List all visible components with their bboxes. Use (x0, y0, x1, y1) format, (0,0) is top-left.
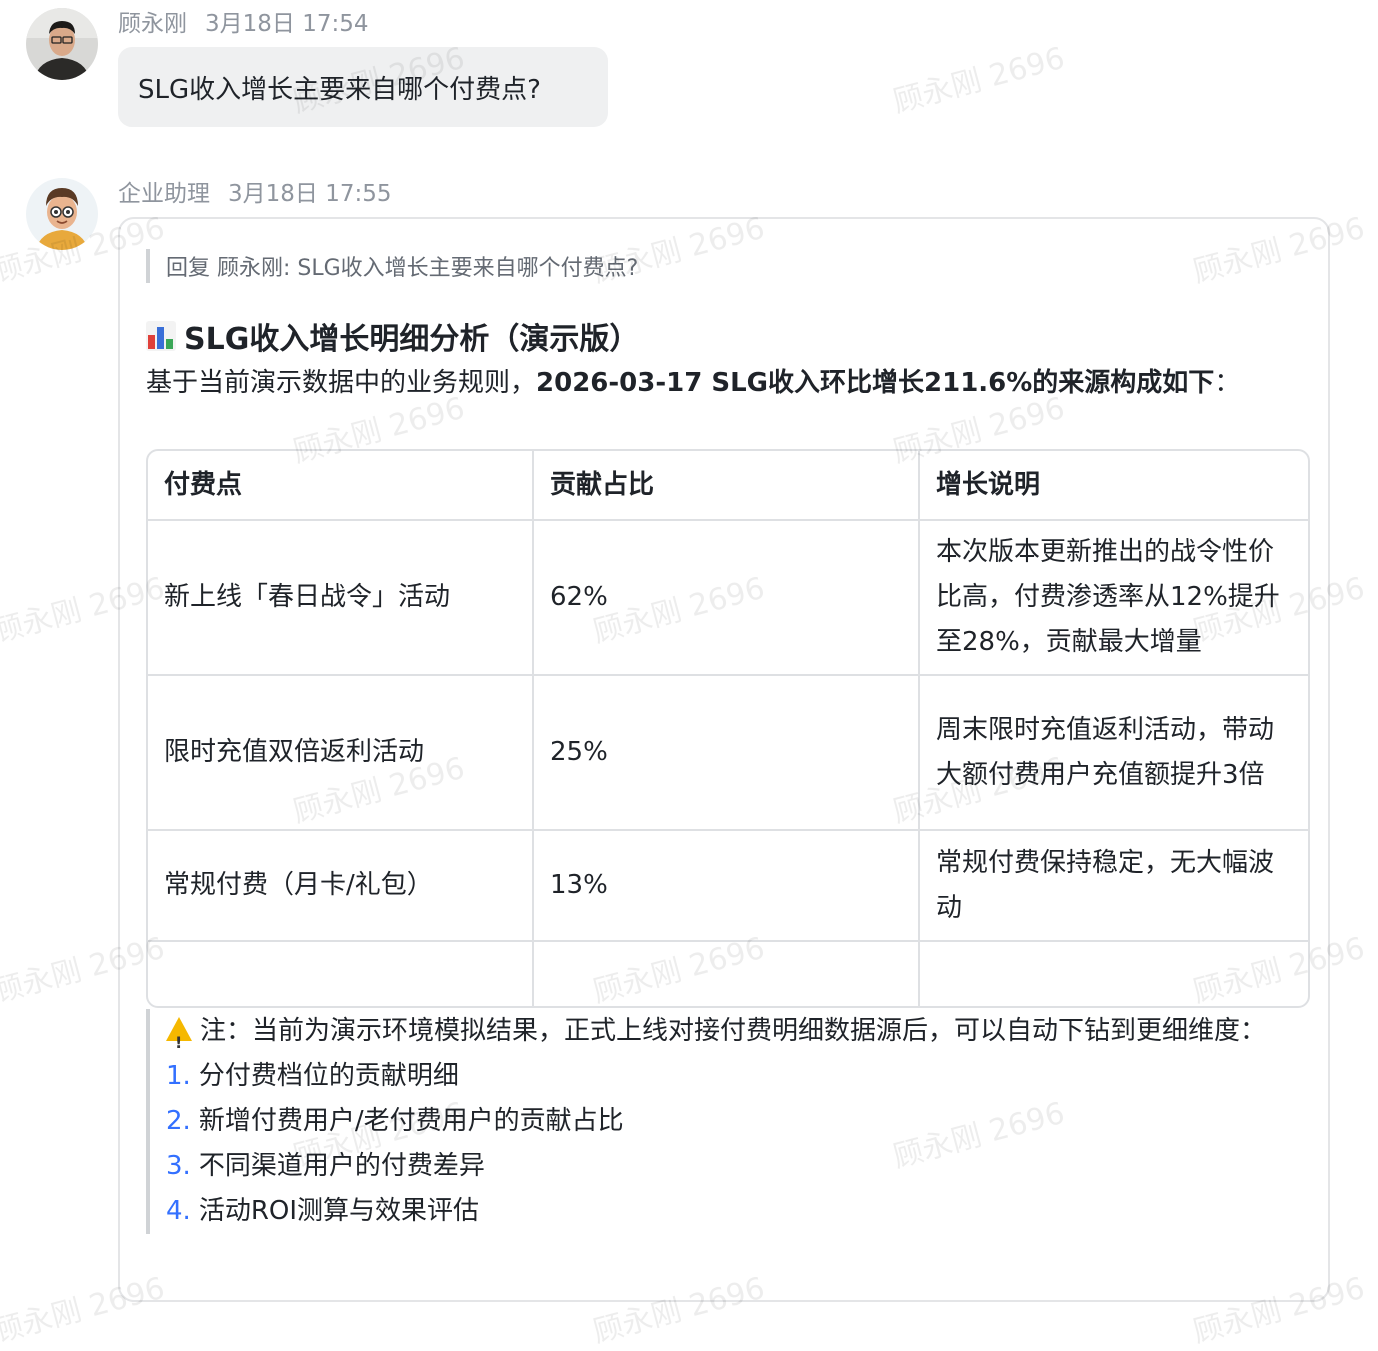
user-message-meta: 顾永刚 3月18日 17:54 (118, 4, 369, 38)
table-cell: 25% (534, 676, 920, 831)
user-sender-name[interactable]: 顾永刚 (118, 11, 187, 37)
table-cell: 本次版本更新推出的战令性价比高，付费渗透率从12%提升至28%，贡献最大增量 (920, 521, 1308, 676)
table-header-cell: 贡献占比 (534, 451, 920, 521)
intro-plain-text: 基于当前演示数据中的业务规则， (146, 368, 537, 398)
note-text: 注：当前为演示环境模拟结果，正式上线对接付费明细数据源后，可以自动下钻到更细维度… (200, 1016, 1267, 1046)
table-row: 常规付费（月卡/礼包） 13% 常规付费保持稳定，无大幅波动 (148, 831, 1308, 942)
user-message-bubble[interactable]: SLG收入增长主要来自哪个付费点? (118, 47, 608, 127)
assistant-avatar[interactable] (26, 178, 98, 250)
list-item-text: 分付费档位的贡献明细 (198, 1061, 459, 1091)
table-cell: 62% (534, 521, 920, 676)
note-paragraph: 注：当前为演示环境模拟结果，正式上线对接付费明细数据源后，可以自动下钻到更细维度… (166, 1009, 1306, 1065)
reply-quote[interactable]: 回复 顾永刚: SLG收入增长主要来自哪个付费点? (146, 249, 638, 283)
assistant-message-time: 3月18日 17:55 (228, 181, 392, 207)
list-item-number: 2. (166, 1106, 191, 1136)
reply-quote-text: 回复 顾永刚: SLG收入增长主要来自哪个付费点? (166, 256, 639, 281)
user-avatar[interactable] (26, 8, 98, 80)
assistant-message-card[interactable]: 回复 顾永刚: SLG收入增长主要来自哪个付费点? SLG收入增长明细分析（演示… (118, 217, 1330, 1302)
table-cell (148, 942, 534, 1006)
analysis-intro: 基于当前演示数据中的业务规则，2026-03-17 SLG收入环比增长211.6… (146, 362, 1240, 399)
list-item-text: 新增付费用户/老付费用户的贡献占比 (198, 1106, 624, 1136)
note-block: 注：当前为演示环境模拟结果，正式上线对接付费明细数据源后，可以自动下钻到更细维度… (146, 1009, 1306, 1234)
table-header-row: 付费点 贡献占比 增长说明 (148, 451, 1308, 521)
user-message-text: SLG收入增长主要来自哪个付费点? (138, 74, 541, 105)
bar-chart-icon (146, 321, 176, 351)
table-cell: 常规付费（月卡/礼包） (148, 831, 534, 942)
table-header-cell: 增长说明 (920, 451, 1308, 521)
table-cell: 新上线「春日战令」活动 (148, 521, 534, 676)
assistant-message-meta: 企业助理 3月18日 17:55 (118, 174, 392, 208)
table-row: 新上线「春日战令」活动 62% 本次版本更新推出的战令性价比高，付费渗透率从12… (148, 521, 1308, 676)
table-cell: 限时充值双倍返利活动 (148, 676, 534, 831)
assistant-sender-name[interactable]: 企业助理 (118, 181, 210, 207)
watermark: 顾永刚 2696 (889, 40, 1069, 121)
list-item: 2. 新增付费用户/老付费用户的贡献占比 (166, 1099, 1306, 1144)
list-item: 3. 不同渠道用户的付费差异 (166, 1144, 1306, 1189)
intro-bold-text: 2026-03-17 SLG收入环比增长211.6%的来源构成如下 (536, 368, 1215, 398)
table-row-empty (148, 942, 1308, 1006)
table-cell (920, 942, 1308, 1006)
list-item-number: 3. (166, 1151, 191, 1181)
table-header-cell: 付费点 (148, 451, 534, 521)
user-message-time: 3月18日 17:54 (205, 11, 369, 37)
warning-icon (166, 1017, 192, 1065)
table-cell (534, 942, 920, 1006)
list-item-number: 1. (166, 1061, 191, 1091)
note-list: 1. 分付费档位的贡献明细 2. 新增付费用户/老付费用户的贡献占比 3. 不同渠道用… (166, 1054, 1306, 1234)
list-item: 4. 活动ROI测算与效果评估 (166, 1189, 1306, 1234)
list-item-number: 4. (166, 1196, 191, 1226)
table-cell: 13% (534, 831, 920, 942)
analysis-title-text: SLG收入增长明细分析（演示版） (184, 322, 640, 357)
table-row: 限时充值双倍返利活动 25% 周末限时充值返利活动，带动大额付费用户充值额提升3… (148, 676, 1308, 831)
analysis-title: SLG收入增长明细分析（演示版） (146, 314, 639, 358)
list-item: 1. 分付费档位的贡献明细 (166, 1054, 1306, 1099)
table-cell: 常规付费保持稳定，无大幅波动 (920, 831, 1308, 942)
table-cell: 周末限时充值返利活动，带动大额付费用户充值额提升3倍 (920, 676, 1308, 831)
intro-colon: ： (1214, 368, 1241, 398)
list-item-text: 不同渠道用户的付费差异 (198, 1151, 485, 1181)
list-item-text: 活动ROI测算与效果评估 (198, 1196, 480, 1226)
revenue-breakdown-table: 付费点 贡献占比 增长说明 新上线「春日战令」活动 62% 本次版本更新推出的战… (146, 449, 1310, 1008)
